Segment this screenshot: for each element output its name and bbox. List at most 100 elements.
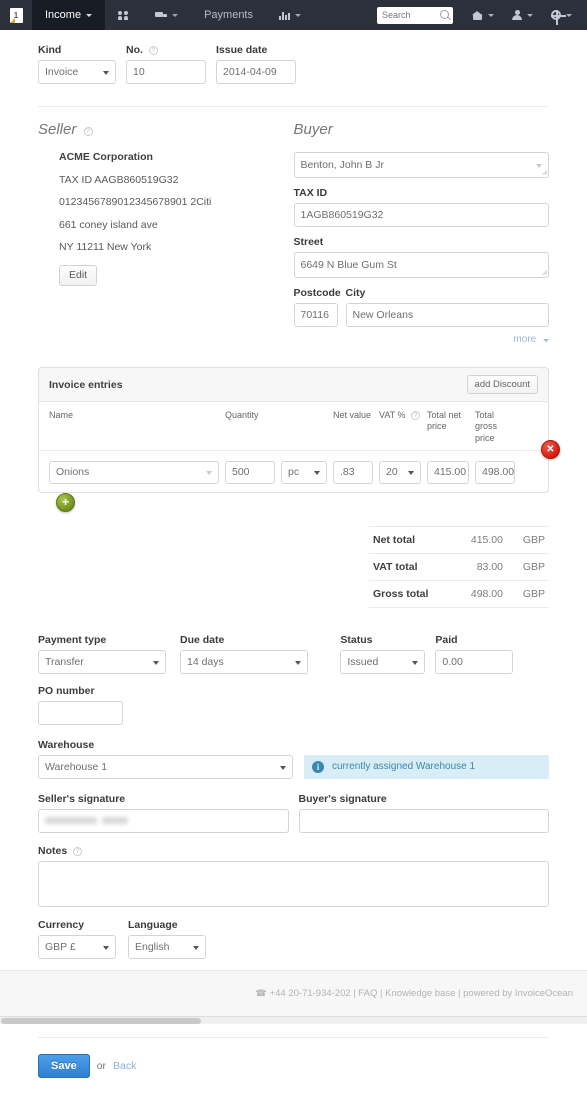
seller-title: Seller bbox=[38, 121, 76, 138]
chevron-down-icon bbox=[172, 14, 178, 17]
buyer-city-input[interactable]: New Orleans bbox=[346, 303, 550, 327]
chevron-down-icon bbox=[543, 339, 549, 342]
buyer-postcode-input[interactable]: 70116 bbox=[294, 303, 338, 327]
invoice-meta-row: Kind Invoice No. ? 10 Issue date 2014-04… bbox=[38, 44, 549, 84]
issue-date-value: 2014-04-09 bbox=[223, 66, 277, 78]
nav-item-income[interactable]: Income bbox=[32, 0, 105, 30]
totals-table: Net total 415.00 GBP VAT total 83.00 GBP… bbox=[369, 526, 549, 608]
invoice-entries-header: Invoice entries add Discount bbox=[39, 368, 548, 402]
column-header-vat-text: VAT % bbox=[379, 410, 406, 420]
nav-item-payments[interactable]: Payments bbox=[191, 0, 266, 30]
due-date-select[interactable]: 14 days bbox=[180, 650, 308, 674]
warehouse-label: Warehouse bbox=[38, 739, 549, 751]
totals-section: Net total 415.00 GBP VAT total 83.00 GBP… bbox=[38, 526, 549, 608]
table-header-row: Name Quantity Net value VAT % ? Total ne… bbox=[39, 402, 548, 451]
notes-textarea[interactable] bbox=[38, 861, 549, 907]
add-discount-button[interactable]: add Discount bbox=[467, 375, 538, 394]
warehouse-info-alert: i currently assigned Warehouse 1 bbox=[304, 755, 549, 779]
seller-signature-input[interactable] bbox=[38, 809, 289, 833]
back-link[interactable]: Back bbox=[113, 1060, 136, 1072]
buyer-block: Buyer Benton, John B Jr TAX ID 1AGB86051… bbox=[294, 121, 550, 345]
language-select[interactable]: English bbox=[128, 935, 206, 959]
buyer-name-input[interactable]: Benton, John B Jr bbox=[294, 152, 550, 178]
entry-net-value: .83 bbox=[340, 466, 355, 478]
field-seller-signature: Seller's signature bbox=[38, 793, 289, 833]
help-icon[interactable]: ? bbox=[411, 411, 420, 420]
footer-text: +44 20-71-934-202 | FAQ | Knowledge base… bbox=[270, 988, 573, 999]
horizontal-scrollbar[interactable] bbox=[0, 1016, 587, 1024]
brand-logo[interactable]: 1 bbox=[0, 0, 32, 30]
help-icon[interactable]: ? bbox=[149, 46, 158, 55]
help-icon[interactable]: ? bbox=[73, 847, 82, 856]
resize-grip-icon[interactable] bbox=[541, 170, 547, 176]
nav-item-warehouse[interactable] bbox=[142, 0, 191, 30]
net-total-value: 415.00 bbox=[454, 526, 507, 553]
field-buyer-tax-id: TAX ID 1AGB860519G32 bbox=[294, 187, 550, 227]
entry-name-select[interactable]: Onions bbox=[49, 461, 219, 484]
po-number-label: PO number bbox=[38, 685, 123, 697]
currency-label: Currency bbox=[38, 919, 116, 931]
entry-net-value-input[interactable]: .83 bbox=[333, 461, 373, 484]
nav-home-menu[interactable] bbox=[463, 11, 503, 20]
buyer-street-input[interactable]: 6649 N Blue Gum St bbox=[294, 252, 550, 278]
entry-vat-select[interactable]: 20 bbox=[379, 461, 421, 484]
notes-section: Notes ? bbox=[38, 845, 549, 907]
entry-total-gross-input[interactable]: 498.00 bbox=[475, 461, 515, 484]
seller-name: ACME Corporation bbox=[59, 152, 282, 164]
buyer-more-link[interactable]: more bbox=[294, 334, 550, 345]
seller-bank-account: 0123456789012345678901 2Citi bbox=[59, 197, 282, 209]
nav-item-reports[interactable] bbox=[266, 0, 314, 30]
net-total-currency: GBP bbox=[507, 526, 549, 553]
buyer-city-label: City bbox=[346, 287, 550, 299]
resize-grip-icon[interactable] bbox=[540, 898, 546, 904]
payment-left-group: Payment type Transfer Due date 14 days P… bbox=[38, 634, 334, 725]
field-issue-date: Issue date 2014-04-09 bbox=[216, 44, 296, 84]
number-value: 10 bbox=[133, 66, 145, 78]
buyer-postcode-label: Postcode bbox=[294, 287, 338, 299]
chevron-down-icon bbox=[412, 661, 418, 665]
nav-item-clients[interactable] bbox=[105, 0, 142, 30]
po-number-input[interactable] bbox=[38, 701, 123, 725]
gear-icon bbox=[551, 10, 561, 20]
paid-input[interactable]: 0.00 bbox=[435, 650, 513, 674]
buyer-street-value: 6649 N Blue Gum St bbox=[301, 259, 397, 271]
warehouse-row: Warehouse 1 i currently assigned Warehou… bbox=[38, 755, 549, 779]
currency-select[interactable]: GBP £ bbox=[38, 935, 116, 959]
seller-edit-button[interactable]: Edit bbox=[59, 265, 97, 287]
nav-settings-menu[interactable] bbox=[542, 10, 581, 20]
status-select[interactable]: Issued bbox=[340, 650, 425, 674]
page-footer: ☎+44 20-71-934-202 | FAQ | Knowledge bas… bbox=[0, 970, 587, 1016]
truck-icon bbox=[155, 11, 167, 19]
column-header-unit bbox=[281, 410, 327, 450]
buyer-tax-id-value: 1AGB860519G32 bbox=[301, 209, 384, 221]
totals-row-vat: VAT total 83.00 GBP bbox=[369, 553, 549, 580]
warehouse-select[interactable]: Warehouse 1 bbox=[38, 755, 293, 779]
buyer-tax-id-input[interactable]: 1AGB860519G32 bbox=[294, 203, 550, 227]
kind-label: Kind bbox=[38, 44, 116, 56]
parties-section: Seller ? ACME Corporation TAX ID AAGB860… bbox=[38, 121, 549, 345]
field-buyer-street: Street 6649 N Blue Gum St bbox=[294, 236, 550, 278]
close-x-icon: ✕ bbox=[546, 444, 554, 455]
resize-grip-icon[interactable] bbox=[541, 270, 547, 276]
number-input[interactable]: 10 bbox=[126, 60, 206, 84]
entry-unit-select[interactable]: pc bbox=[281, 461, 327, 484]
scrollbar-thumb[interactable] bbox=[1, 1018, 201, 1024]
nav-account-menu[interactable] bbox=[503, 10, 542, 20]
kind-select[interactable]: Invoice bbox=[38, 60, 116, 84]
add-entry-button[interactable]: + bbox=[56, 493, 75, 512]
buyer-signature-input[interactable] bbox=[299, 809, 550, 833]
entry-unit-value: pc bbox=[288, 466, 299, 478]
delete-entry-button[interactable]: ✕ bbox=[541, 440, 560, 459]
cell-vat: 20 bbox=[379, 461, 421, 484]
notes-label-text: Notes bbox=[38, 845, 67, 857]
user-icon bbox=[512, 10, 522, 20]
entry-total-net-input[interactable]: 415.00 bbox=[427, 461, 469, 484]
cell-total-net: 415.00 bbox=[427, 461, 469, 484]
field-language: Language English bbox=[128, 919, 206, 959]
payment-type-select[interactable]: Transfer bbox=[38, 650, 166, 674]
entry-quantity-input[interactable]: 500 bbox=[225, 461, 275, 484]
help-icon[interactable]: ? bbox=[84, 127, 93, 136]
save-button[interactable]: Save bbox=[38, 1054, 90, 1078]
people-icon bbox=[118, 11, 129, 20]
issue-date-input[interactable]: 2014-04-09 bbox=[216, 60, 296, 84]
